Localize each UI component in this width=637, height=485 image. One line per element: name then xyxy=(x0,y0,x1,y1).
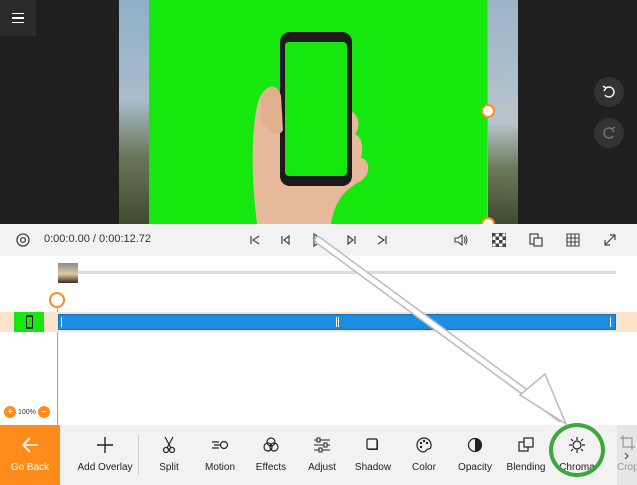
annotation-arrow xyxy=(314,236,568,426)
